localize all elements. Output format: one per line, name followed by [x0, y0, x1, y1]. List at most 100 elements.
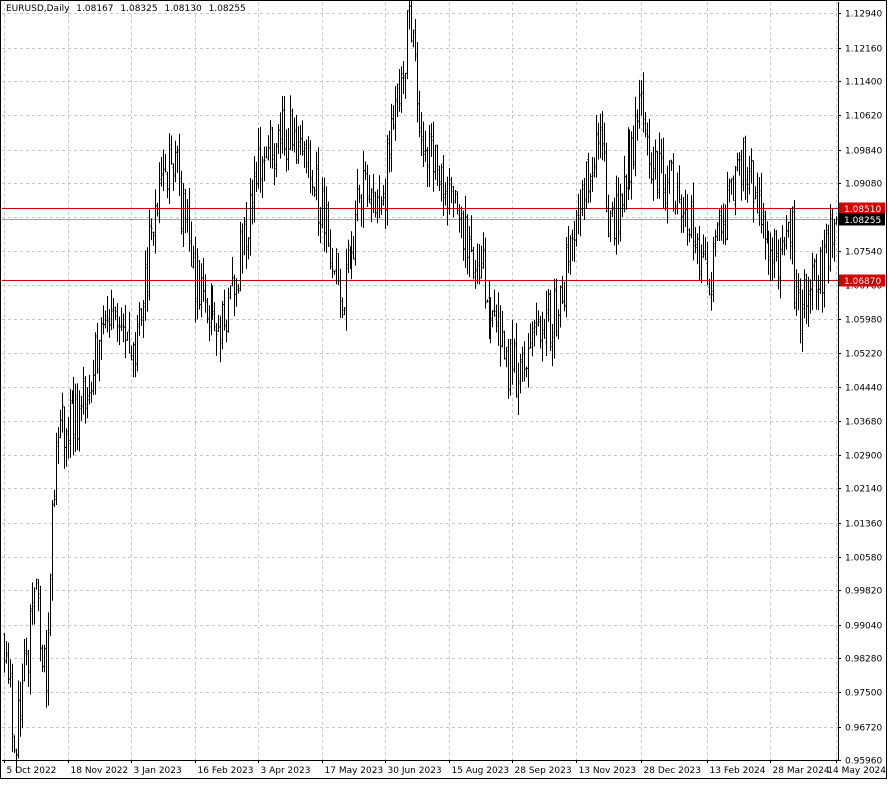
ohlc-bar	[23, 638, 26, 682]
ohlc-bar	[557, 309, 560, 340]
ohlc-bar	[428, 124, 431, 187]
ohlc-bar	[184, 189, 187, 234]
ohlc-bar	[529, 323, 532, 349]
ohlc-bar	[702, 234, 705, 259]
ohlc-bar	[595, 115, 598, 178]
ohlc-bar	[662, 137, 665, 209]
ohlc-bar	[67, 417, 70, 459]
ohlc-bar	[783, 236, 786, 256]
ohlc-bar	[53, 489, 56, 508]
ohlc-bar	[525, 366, 528, 378]
ohlc-bar	[319, 207, 322, 244]
ohlc-bar	[150, 218, 153, 241]
ohlc-bar	[533, 319, 536, 347]
ohlc-bar	[769, 232, 772, 282]
chart-root[interactable]: 1.12940 1.12160 1.11400 1.10620 1.09840 1.090…	[0, 0, 888, 781]
ohlc-bar	[126, 331, 129, 341]
ohlc-bar	[5, 640, 8, 664]
ohlc-bar	[162, 149, 165, 192]
ohlc-bar	[82, 366, 85, 415]
price-chart[interactable]: 1.12940 1.12160 1.11400 1.10620 1.09840 1.090…	[0, 0, 888, 781]
ohlc-bar	[787, 221, 790, 238]
support-level-label: 1.06870	[844, 277, 881, 287]
ohlc-bar	[333, 270, 336, 275]
high-value: 1.08325	[120, 4, 158, 14]
ohlc-bar	[154, 189, 157, 254]
ohlc-bar	[718, 208, 721, 241]
ohlc-bar	[215, 323, 218, 356]
ohlc-bar	[180, 170, 183, 235]
ohlc-bar	[386, 135, 389, 226]
x-tick-label: 16 Feb 2023	[198, 766, 254, 776]
ohlc-bar	[694, 227, 697, 254]
ohlc-bar	[404, 72, 407, 99]
ohlc-bar	[410, 0, 413, 43]
ohlc-bar	[313, 186, 316, 197]
x-tick-label: 5 Oct 2022	[7, 766, 57, 776]
ohlc-bar	[752, 160, 755, 223]
ohlc-bar	[86, 387, 89, 419]
ohlc-bar	[513, 338, 516, 373]
ohlc-bar	[396, 83, 399, 118]
ohlc-bar	[704, 237, 707, 260]
ohlc-bar	[98, 339, 101, 382]
ohlc-bar	[19, 681, 22, 737]
ohlc-bar	[168, 133, 171, 204]
y-tick-label: 0.95960	[845, 757, 882, 767]
ohlc-bar	[90, 381, 93, 403]
ohlc-bar	[674, 200, 677, 215]
ohlc-bar	[664, 174, 667, 211]
ohlc-bar	[69, 389, 72, 458]
ohlc-bar	[57, 427, 60, 464]
ohlc-bar	[134, 332, 137, 378]
ohlc-bar	[418, 90, 421, 138]
ohlc-bar	[136, 315, 139, 372]
ohlc-bar	[781, 225, 784, 256]
ohlc-bar	[617, 177, 620, 245]
ohlc-bar	[92, 359, 95, 396]
ohlc-bar	[362, 151, 365, 229]
ohlc-bar	[587, 152, 590, 204]
ohlc-bar	[491, 310, 494, 328]
ohlc-bar	[74, 383, 77, 452]
ohlc-bar	[793, 200, 796, 310]
ohlc-bar	[460, 206, 463, 239]
ohlc-bar	[712, 236, 715, 303]
ohlc-bar	[760, 172, 763, 234]
symbol-name: EURUSD,Daily	[6, 4, 70, 14]
ohlc-bar	[279, 112, 282, 159]
ohlc-bar	[114, 306, 117, 321]
ohlc-bar	[698, 226, 701, 281]
ohlc-bar	[200, 263, 203, 318]
y-tick-label: 1.09840	[845, 147, 882, 157]
ohlc-bar	[829, 204, 832, 272]
ohlc-bar	[708, 278, 711, 296]
price-labels: 1.085101.068701.08255	[839, 202, 885, 287]
ohlc-bar	[567, 226, 570, 274]
ohlc-bar	[638, 79, 641, 129]
ohlc-bar	[63, 406, 66, 469]
ohlc-bar	[124, 305, 127, 359]
ohlc-bar	[259, 126, 262, 193]
current-price-label: 1.08255	[844, 216, 881, 226]
ohlc-bar	[345, 248, 348, 331]
ohlc-bar	[775, 230, 778, 262]
ohlc-bar	[176, 145, 179, 173]
ohlc-bar	[194, 236, 197, 323]
ohlc-bar	[640, 80, 643, 116]
ohlc-bar	[660, 138, 663, 174]
ohlc-bar	[283, 96, 286, 156]
ohlc-bar	[623, 155, 626, 213]
low-value: 1.08130	[164, 4, 202, 14]
ohlc-bar	[198, 260, 201, 310]
ohlc-bar	[192, 245, 195, 269]
ohlc-bar	[261, 156, 264, 199]
ohlc-bar	[39, 585, 42, 662]
ohlc-bar	[223, 289, 226, 331]
ohlc-bar	[650, 152, 653, 184]
ohlc-bar	[603, 122, 606, 162]
ohlc-bar	[756, 172, 759, 214]
ohlc-bar	[275, 143, 278, 178]
ohlc-bar	[241, 223, 244, 274]
ohlc-bar	[376, 189, 379, 224]
